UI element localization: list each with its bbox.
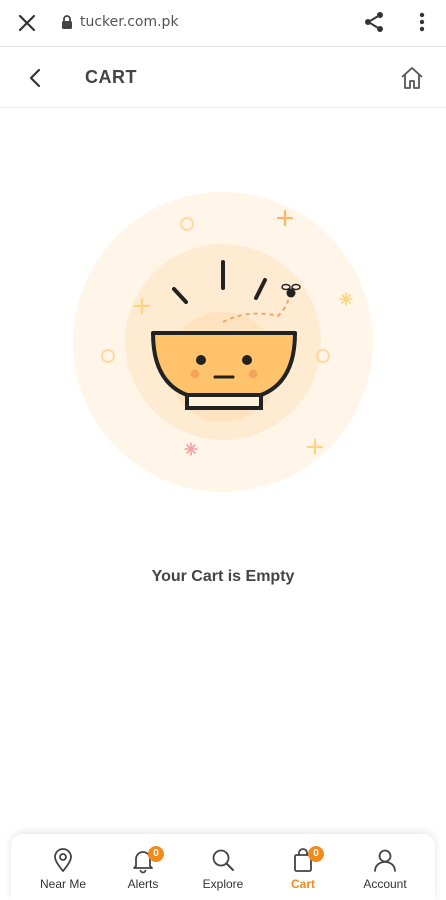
nav-label: Account (363, 877, 407, 891)
page-header: CART (0, 47, 446, 108)
address-bar[interactable]: tucker.com.pk (61, 13, 179, 31)
alerts-badge: 0 (148, 846, 164, 862)
page-title: CART (85, 67, 137, 87)
nav-label: Cart (290, 877, 315, 891)
cart-badge: 0 (308, 846, 324, 862)
nav-item-account[interactable]: Account (345, 834, 425, 900)
empty-bowl-illustration (73, 192, 373, 492)
bowl-base (185, 393, 263, 410)
map-pin-icon (54, 848, 72, 872)
bottom-navigation: Near Me 0 Alerts Explore 0 Cart Account (11, 834, 435, 900)
bowl-cheek (248, 369, 258, 379)
bowl-body (151, 331, 297, 397)
nav-label: Near Me (39, 877, 86, 891)
nav-item-cart[interactable]: 0 Cart (263, 834, 343, 900)
nav-item-near-me[interactable]: Near Me (23, 834, 103, 900)
search-icon (212, 849, 234, 871)
url-text: tucker.com.pk (80, 14, 179, 30)
star-sparkle-icon (184, 442, 198, 456)
back-arrow-icon[interactable] (22, 65, 48, 91)
share-icon[interactable] (362, 10, 386, 34)
star-sparkle-icon (339, 292, 353, 306)
more-menu-icon[interactable] (410, 10, 434, 34)
lock-icon (62, 15, 72, 29)
nav-item-explore[interactable]: Explore (183, 834, 263, 900)
bowl-cheek (190, 369, 200, 379)
nav-label: Alerts (127, 877, 159, 891)
browser-bar: tucker.com.pk (0, 0, 446, 47)
empty-cart-message: Your Cart is Empty (151, 568, 295, 585)
nav-item-alerts[interactable]: 0 Alerts (103, 834, 183, 900)
home-icon[interactable] (398, 64, 426, 92)
nav-label: Explore (202, 877, 244, 891)
bowl-eye (242, 355, 252, 365)
bowl-eye (196, 355, 206, 365)
close-icon[interactable] (15, 11, 39, 35)
user-icon (374, 849, 396, 872)
